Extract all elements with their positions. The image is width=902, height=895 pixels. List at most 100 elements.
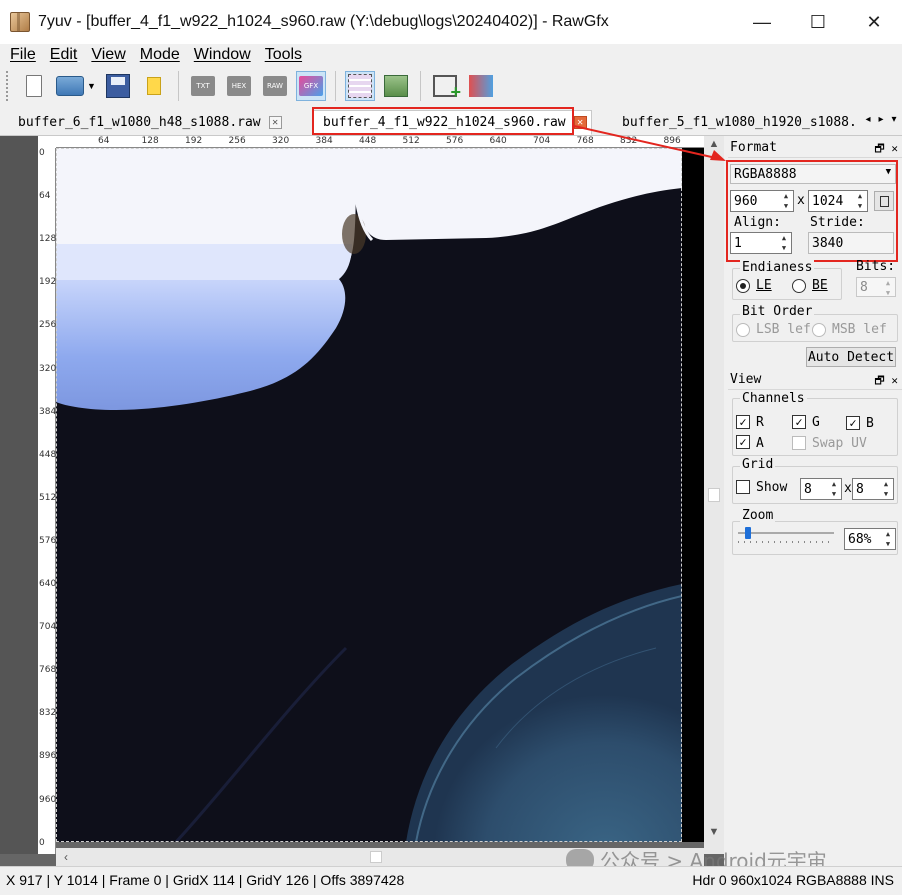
- auto-detect-button[interactable]: Auto Detect: [806, 347, 896, 367]
- scroll-up-icon[interactable]: ▲: [704, 136, 724, 152]
- channel-r-label: R: [756, 415, 764, 430]
- grid-select-icon: [348, 74, 372, 98]
- grid-x-stepper-icon[interactable]: ▲ ▼: [827, 479, 841, 499]
- msb-radio[interactable]: [812, 323, 826, 337]
- ruler-left-label: 0: [39, 838, 45, 848]
- tab-label: buffer_4_f1_w922_h1024_s960.raw: [323, 115, 566, 130]
- ruler-top-label: 256: [228, 136, 246, 146]
- new-file-button[interactable]: [19, 71, 49, 101]
- close-icon[interactable]: ✕: [891, 142, 898, 155]
- tab-buffer-6[interactable]: buffer_6_f1_w1080_h48_s1088.raw ✕: [8, 110, 286, 135]
- ruler-left-label: 896: [39, 751, 57, 762]
- swap-uv-checkbox[interactable]: [792, 436, 806, 450]
- horizontal-scroll-thumb[interactable]: [370, 851, 382, 863]
- scroll-left-icon[interactable]: ‹: [58, 848, 74, 866]
- format-panel-header: Format 🗗 ✕: [728, 138, 902, 158]
- height-field[interactable]: 1024 ▲ ▼: [808, 190, 868, 212]
- raw-image[interactable]: [56, 148, 682, 842]
- channel-b-checkbox[interactable]: ✓: [846, 416, 860, 430]
- apply-size-button[interactable]: [874, 191, 894, 211]
- menu-file[interactable]: File: [10, 46, 36, 64]
- ruler-left-label: 640: [39, 579, 57, 589]
- ruler-left-label: 320: [39, 363, 57, 374]
- toolbar-grip[interactable]: [6, 71, 10, 101]
- be-label: BE: [812, 278, 828, 293]
- width-field[interactable]: 960 ▲ ▼: [730, 190, 794, 212]
- menu-tools[interactable]: Tools: [265, 46, 302, 64]
- add-frame-button[interactable]: [430, 71, 461, 103]
- zoom-field[interactable]: 68% ▲ ▼: [844, 528, 896, 550]
- zoom-slider-thumb[interactable]: [744, 527, 751, 539]
- scroll-down-icon[interactable]: ▼: [704, 824, 724, 840]
- ruler-top-label: 832: [620, 136, 638, 146]
- tab-next-icon[interactable]: ▸: [875, 108, 887, 130]
- zoom-value: 68%: [848, 531, 872, 547]
- note-button[interactable]: [139, 71, 169, 101]
- channel-r-checkbox[interactable]: ✓: [736, 415, 750, 429]
- open-folder-icon: [56, 76, 85, 96]
- tab-prev-icon[interactable]: ◂: [862, 108, 874, 130]
- menu-edit[interactable]: Edit: [50, 46, 78, 64]
- txt-mode-button[interactable]: TXT: [188, 71, 218, 101]
- tab-menu-icon[interactable]: ▾: [888, 108, 900, 130]
- convert-button[interactable]: [466, 71, 496, 101]
- close-button[interactable]: ✕: [846, 0, 902, 44]
- align-field[interactable]: 1 ▲ ▼: [730, 232, 792, 254]
- tab-close-icon[interactable]: ✕: [268, 116, 282, 129]
- side-panel: Format 🗗 ✕ RGBA8888 ▼ 960 ▲ ▼ x 1024 ▲ ▼ A…: [724, 136, 902, 866]
- grid-y-stepper-icon[interactable]: ▲ ▼: [879, 479, 893, 499]
- menu-mode[interactable]: Mode: [140, 46, 180, 64]
- ruler-top-label: 64: [98, 136, 110, 146]
- width-stepper-icon[interactable]: ▲ ▼: [779, 191, 793, 211]
- grid-y-value: 8: [856, 481, 864, 497]
- save-button[interactable]: [103, 71, 133, 101]
- ruler-top-label: 128: [141, 136, 159, 146]
- grid-y-field[interactable]: 8 ▲ ▼: [852, 478, 894, 500]
- format-select[interactable]: RGBA8888 ▼: [730, 164, 896, 184]
- maximize-button[interactable]: ☐: [790, 0, 846, 44]
- hex-mode-button[interactable]: HEX: [224, 71, 254, 101]
- menu-window[interactable]: Window: [194, 46, 251, 64]
- zoom-slider[interactable]: [738, 532, 834, 534]
- bits-label: Bits:: [856, 259, 896, 274]
- channel-a-checkbox[interactable]: ✓: [736, 435, 750, 449]
- image-padding: [682, 148, 704, 842]
- ruler-top-label: 896: [663, 136, 681, 146]
- image-viewport[interactable]: 64 128 192 256 320 384 448 512 576 640 704 768 832 89…: [0, 136, 724, 866]
- be-radio[interactable]: [792, 279, 806, 293]
- close-icon[interactable]: ✕: [891, 374, 898, 387]
- height-value: 1024: [812, 193, 844, 209]
- image-button[interactable]: [381, 71, 411, 101]
- gfx-mode-button[interactable]: GFX: [296, 71, 326, 101]
- lsb-radio[interactable]: [736, 323, 750, 337]
- minimize-button[interactable]: —: [734, 0, 790, 44]
- status-left: X 917 | Y 1014 | Frame 0 | GridX 114 | G…: [6, 872, 405, 888]
- menu-view[interactable]: View: [91, 46, 125, 64]
- grid-show-checkbox[interactable]: [736, 480, 750, 494]
- le-radio[interactable]: [736, 279, 750, 293]
- tab-buffer-5[interactable]: buffer_5_f1_w1080_h1920_s1088.: [612, 110, 860, 135]
- hex-icon: HEX: [227, 76, 251, 96]
- ruler-left-label: 576: [39, 535, 57, 546]
- vertical-scrollbar[interactable]: ▲ ▼: [704, 136, 724, 854]
- vertical-scroll-thumb[interactable]: [708, 488, 720, 502]
- grid-x-field[interactable]: 8 ▲ ▼: [800, 478, 842, 500]
- channel-g-checkbox[interactable]: ✓: [792, 415, 806, 429]
- zoom-stepper-icon[interactable]: ▲ ▼: [881, 529, 895, 549]
- swap-uv-label: Swap UV: [812, 436, 867, 451]
- save-icon: [106, 74, 130, 98]
- stride-field[interactable]: 3840: [808, 232, 894, 254]
- open-button[interactable]: ▼: [55, 71, 97, 101]
- image-icon: [384, 75, 408, 97]
- pin-icon[interactable]: 🗗: [874, 374, 884, 387]
- tab-buffer-4[interactable]: buffer_4_f1_w922_h1024_s960.raw ✕: [312, 110, 592, 135]
- toolbar: ▼ TXT HEX RAW GFX: [0, 66, 902, 106]
- raw-mode-button[interactable]: RAW: [260, 71, 290, 101]
- tab-close-icon[interactable]: ✕: [573, 116, 587, 129]
- height-stepper-icon[interactable]: ▲ ▼: [853, 191, 867, 211]
- ruler-left-label: 384: [39, 406, 57, 417]
- align-stepper-icon[interactable]: ▲ ▼: [777, 233, 791, 253]
- pin-icon[interactable]: 🗗: [874, 142, 884, 155]
- grid-select-button[interactable]: [345, 71, 375, 101]
- bits-stepper-icon: ▲ ▼: [885, 279, 891, 297]
